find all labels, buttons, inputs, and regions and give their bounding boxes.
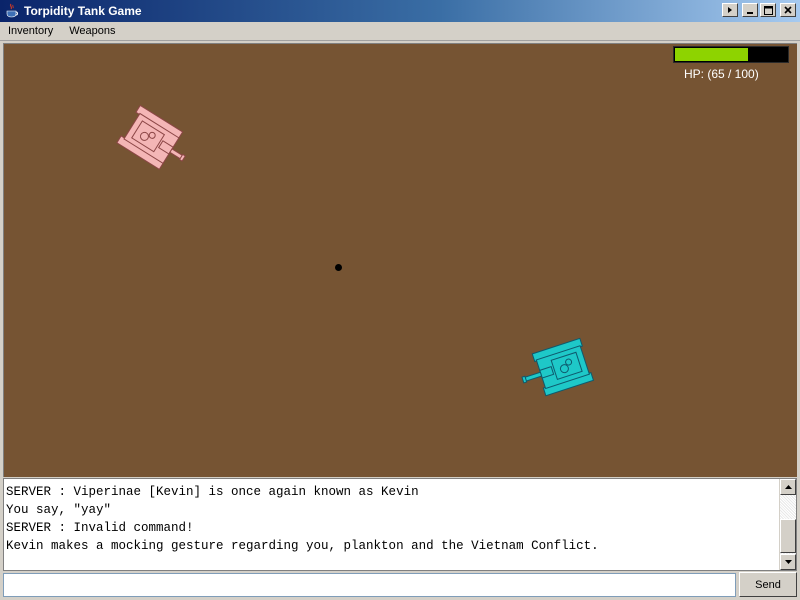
minimize-button[interactable] xyxy=(742,3,758,17)
arrow-up-icon xyxy=(784,485,792,489)
maximize-icon xyxy=(763,5,773,15)
minimize-icon xyxy=(747,12,753,14)
chat-scrollbar[interactable] xyxy=(779,479,796,570)
chat-line: SERVER : Invalid command! xyxy=(6,521,194,535)
close-button[interactable] xyxy=(780,3,796,17)
chat-input[interactable] xyxy=(3,573,736,597)
cyan-tank xyxy=(521,337,595,397)
game-field[interactable]: HP: (65 / 100) xyxy=(3,43,797,477)
window-title: Torpidity Tank Game xyxy=(24,4,142,18)
java-cup-icon xyxy=(6,3,18,18)
hp-label: HP: (65 / 100) xyxy=(684,67,759,81)
maximize-button[interactable] xyxy=(760,3,776,17)
menu-inventory[interactable]: Inventory xyxy=(0,23,61,40)
hp-bar xyxy=(673,46,789,63)
arrow-down-icon xyxy=(784,560,792,564)
scroll-up-button[interactable] xyxy=(780,479,796,495)
chat-log: SERVER : Viperinae [Kevin] is once again… xyxy=(3,478,797,571)
close-icon xyxy=(784,6,792,14)
title-bar: Torpidity Tank Game xyxy=(0,0,800,22)
pink-tank xyxy=(116,104,186,170)
menu-weapons[interactable]: Weapons xyxy=(61,23,123,40)
bullet xyxy=(335,264,342,271)
scroll-down-button[interactable] xyxy=(780,554,796,570)
hp-bar-fill xyxy=(675,48,748,61)
extra-arrow-button[interactable] xyxy=(722,3,738,17)
menu-bar: Inventory Weapons xyxy=(0,22,800,41)
scroll-thumb[interactable] xyxy=(780,519,796,553)
extra-arrow-icon xyxy=(728,7,732,13)
chat-line: You say, "yay" xyxy=(6,503,112,517)
chat-line: SERVER : Viperinae [Kevin] is once again… xyxy=(6,485,419,499)
send-button[interactable]: Send xyxy=(739,572,797,597)
chat-line: Kevin makes a mocking gesture regarding … xyxy=(6,539,599,553)
